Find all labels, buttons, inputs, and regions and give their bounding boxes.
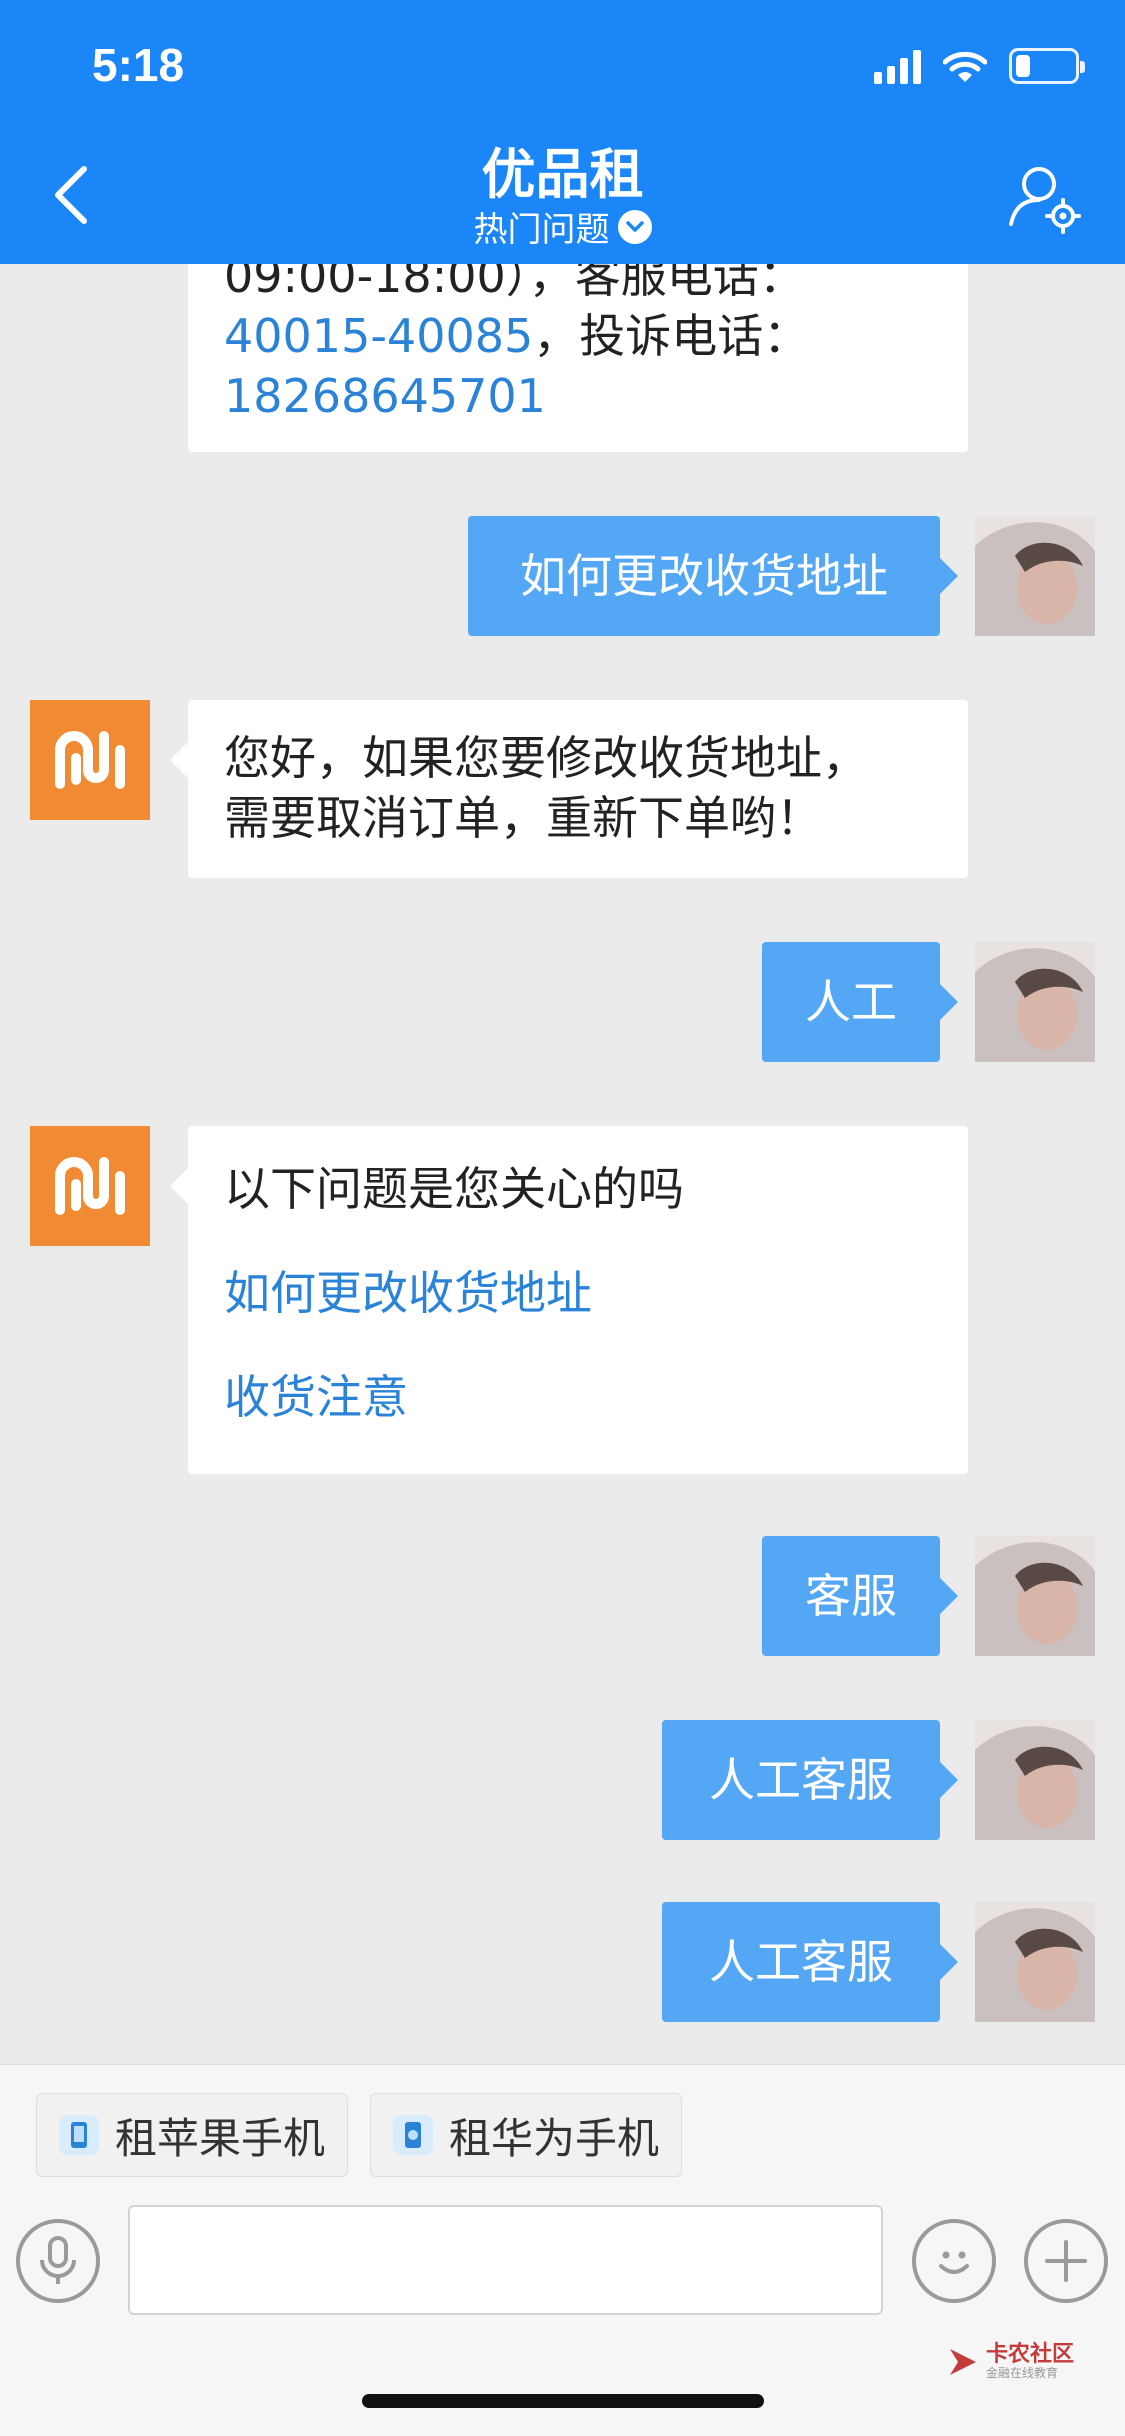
user-settings-icon (1009, 167, 1081, 234)
battery-icon (1009, 48, 1085, 84)
nav-header: 5:18 优品租 热门问题 (0, 0, 1125, 264)
microphone-icon (40, 2236, 76, 2284)
page-title: 优品租 (481, 143, 644, 206)
home-indicator[interactable] (362, 2394, 764, 2408)
message-text: 如何更改收货地址 (520, 549, 888, 603)
watermark-title: 卡农社区 (986, 2342, 1075, 2367)
watermark-subtitle: 金融在线教育 (986, 2366, 1059, 2380)
brand-logo-icon (55, 1157, 125, 1215)
battery-level (1016, 55, 1030, 77)
message-text: ，投诉电话： (533, 309, 810, 363)
chevron-down-icon (617, 209, 652, 244)
user-settings-button[interactable] (1005, 160, 1085, 240)
message-outgoing: 人工客服 (662, 1902, 958, 2022)
customer-service-phone-link[interactable]: 40015-40085 (224, 309, 533, 363)
avatar-image (975, 516, 1095, 636)
message-incoming-contact: 09:00-18:00），客服电话： 40015-40085，投诉电话： 182… (188, 264, 968, 452)
message-input[interactable] (128, 2205, 883, 2315)
complaint-phone-link[interactable]: 18268645701 (224, 366, 932, 426)
avatar-image (975, 1720, 1095, 1840)
message-text: 人工客服 (709, 1753, 893, 1807)
signal-icon (874, 50, 921, 84)
avatar[interactable] (975, 1536, 1095, 1656)
hot-questions-label: 热门问题 (473, 210, 610, 250)
message-outgoing: 人工 (762, 942, 958, 1062)
avatar-image (975, 1902, 1095, 2022)
quick-reply-label: 租苹果手机 (115, 2113, 326, 2163)
avatar-image (975, 1536, 1095, 1656)
voice-button[interactable] (16, 2219, 100, 2303)
message-text: 您好，如果您要修改收货地址， (224, 731, 868, 785)
brand-logo-icon (55, 731, 125, 789)
more-button[interactable] (1024, 2219, 1108, 2303)
watermark-logo-icon (950, 2349, 976, 2375)
avatar[interactable] (975, 1720, 1095, 1840)
quick-reply-huawei-phone[interactable]: 租华为手机 (370, 2093, 683, 2177)
message-text: 09:00-18:00），客服电话： (224, 264, 805, 303)
watermark: 卡农社区 金融在线教育 (946, 2344, 1074, 2380)
message-outgoing: 人工客服 (662, 1720, 958, 1840)
message-text: 人工 (805, 975, 897, 1029)
message-text: 客服 (805, 1569, 897, 1623)
emoji-button[interactable] (912, 2219, 996, 2303)
phone-icon (393, 2115, 433, 2155)
bot-avatar (30, 1126, 150, 1246)
bot-avatar (30, 700, 150, 820)
status-time: 5:18 (92, 39, 185, 91)
status-icons (874, 48, 1085, 84)
message-outgoing: 如何更改收货地址 (468, 516, 958, 636)
quick-reply-label: 租华为手机 (449, 2113, 660, 2163)
message-incoming-suggestions: 以下问题是您关心的吗 如何更改收货地址 收货注意 (170, 1126, 968, 1474)
avatar[interactable] (975, 942, 1095, 1062)
plus-icon (1045, 2240, 1087, 2282)
suggestion-link-delivery-notes[interactable]: 收货注意 (224, 1362, 932, 1432)
suggestion-title: 以下问题是您关心的吗 (224, 1162, 684, 1216)
avatar[interactable] (975, 1902, 1095, 2022)
wifi-icon (943, 51, 987, 82)
message-text: 人工客服 (709, 1935, 893, 1989)
smiley-icon (939, 2251, 969, 2274)
message-incoming: 您好，如果您要修改收货地址， 需要取消订单，重新下单哟！ (170, 700, 968, 878)
message-outgoing: 客服 (762, 1536, 958, 1656)
composer-panel: 租苹果手机 租华为手机 (0, 2064, 1125, 2436)
phone-icon (59, 2115, 99, 2155)
suggestion-link-change-address[interactable]: 如何更改收货地址 (224, 1258, 932, 1328)
avatar[interactable] (975, 516, 1095, 636)
message-text: 需要取消订单，重新下单哟！ (224, 791, 822, 845)
quick-reply-apple-phone[interactable]: 租苹果手机 (36, 2093, 349, 2177)
avatar-image (975, 942, 1095, 1062)
hot-questions-dropdown[interactable]: 热门问题 (0, 202, 1125, 251)
chat-history[interactable]: 09:00-18:00），客服电话： 40015-40085，投诉电话： 182… (0, 264, 1125, 2064)
